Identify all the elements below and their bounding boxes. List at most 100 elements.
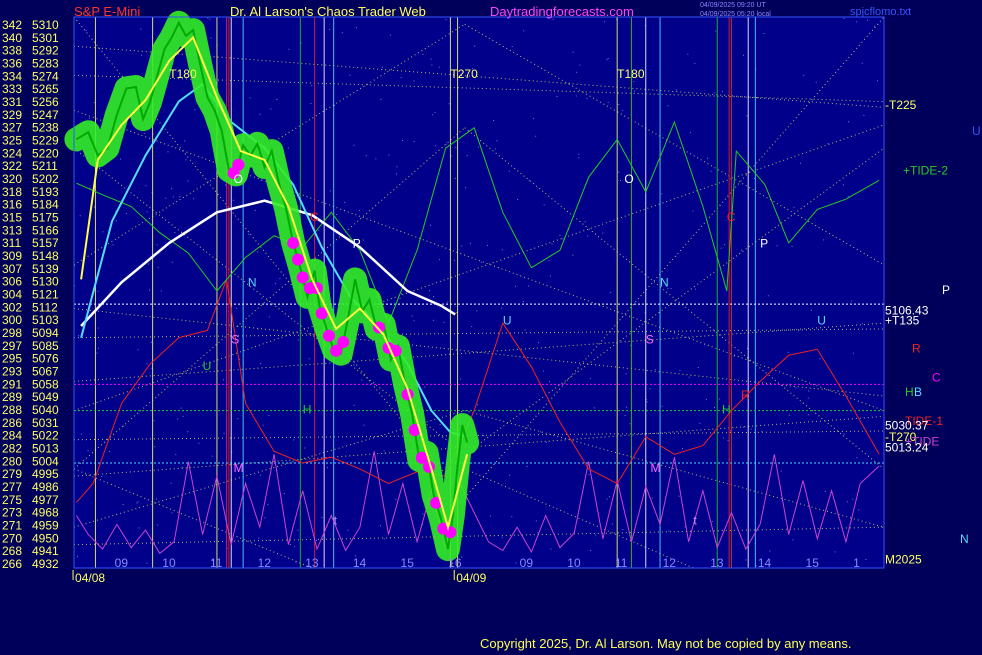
star-dot [109, 450, 110, 452]
star-dot [811, 309, 812, 311]
star-dot [858, 509, 860, 511]
star-dot [223, 432, 225, 434]
star-dot [383, 538, 385, 540]
star-dot [692, 210, 694, 212]
star-dot [688, 376, 690, 378]
star-dot [776, 245, 778, 247]
star-dot [433, 296, 434, 297]
star-dot [389, 34, 391, 36]
star-dot [304, 447, 306, 449]
star-dot [575, 71, 577, 73]
star-dot [667, 105, 669, 107]
chart-annotation: S [231, 333, 239, 347]
star-dot [264, 517, 266, 519]
star-dot [572, 51, 574, 53]
star-dot [146, 363, 148, 365]
star-dot [622, 529, 624, 531]
star-dot [624, 415, 626, 416]
star-dot [689, 132, 691, 134]
star-dot [455, 147, 457, 149]
star-dot [535, 520, 537, 522]
star-dot [511, 516, 513, 518]
chart-annotation: H [722, 402, 731, 416]
timestamp-line2: 04/09/2025 05:20 local [700, 11, 771, 18]
star-dot [578, 157, 580, 159]
star-dot [375, 158, 377, 160]
star-dot [80, 433, 82, 435]
star-dot [593, 407, 595, 409]
star-dot [171, 512, 173, 514]
star-dot [94, 206, 95, 208]
star-dot [454, 259, 456, 261]
star-dot [501, 536, 503, 538]
star-dot [399, 298, 401, 299]
star-dot [85, 29, 87, 31]
star-dot [675, 89, 677, 91]
star-dot [575, 95, 577, 97]
star-dot [856, 21, 858, 23]
star-dot [174, 232, 176, 233]
star-dot [145, 185, 147, 187]
magenta-dot [322, 329, 335, 342]
star-dot [851, 300, 853, 302]
star-dot [551, 243, 553, 245]
star-dot [608, 496, 610, 498]
star-dot [634, 90, 635, 92]
star-dot [842, 184, 844, 186]
right-label: R [912, 341, 921, 355]
magenta-dot [337, 336, 350, 349]
x-date-label: 04/09 [456, 571, 486, 585]
star-dot [177, 418, 179, 420]
magenta-dot [372, 321, 385, 334]
star-dot [618, 104, 620, 105]
star-dot [260, 363, 262, 364]
star-dot [743, 54, 744, 56]
star-dot [579, 64, 581, 66]
star-dot [236, 307, 238, 309]
star-dot [156, 498, 157, 500]
star-dot [443, 321, 445, 323]
star-dot [396, 166, 398, 168]
right-label: M2025 [885, 553, 922, 567]
right-label: H [905, 385, 914, 399]
star-dot [160, 290, 162, 292]
star-dot [96, 352, 98, 354]
magenta-dot [296, 271, 309, 284]
right-label: N [960, 532, 969, 546]
star-dot [101, 476, 103, 477]
star-dot [381, 66, 383, 68]
chart-annotation: N [248, 276, 257, 290]
star-dot [194, 109, 196, 111]
site-url-link[interactable]: Daytradingforecasts.com [490, 4, 634, 19]
star-dot [723, 437, 725, 439]
star-dot [434, 111, 436, 113]
chart-annotation: M [651, 461, 661, 475]
star-dot [763, 33, 765, 34]
star-dot [327, 467, 328, 469]
star-dot [211, 455, 213, 457]
chart-root: T180 T270 T180 O O C C P P N N U U S S U H H M Mt t R 342 5310… [0, 0, 982, 651]
star-dot [559, 234, 561, 236]
star-dot [626, 406, 628, 408]
star-dot [548, 260, 550, 262]
star-dot [171, 188, 173, 190]
right-label: 5013.24 [885, 440, 929, 454]
star-dot [523, 30, 525, 32]
y-axis-labels: 342 5310340 5301338 5292336 5283334 5274333 52… [2, 18, 59, 571]
chart-annotation: S [646, 333, 654, 347]
star-dot [276, 99, 278, 100]
star-dot [508, 170, 510, 172]
star-dot [431, 64, 433, 66]
star-dot [460, 378, 462, 380]
star-dot [102, 231, 104, 233]
star-dot [741, 249, 742, 251]
star-dot [595, 534, 597, 536]
star-dot [297, 339, 299, 341]
star-dot [149, 289, 150, 291]
star-dot [341, 32, 343, 34]
star-dot [602, 232, 604, 234]
star-dot [769, 550, 771, 552]
star-dot [254, 209, 256, 211]
star-dot [848, 121, 850, 123]
star-dot [861, 62, 863, 64]
